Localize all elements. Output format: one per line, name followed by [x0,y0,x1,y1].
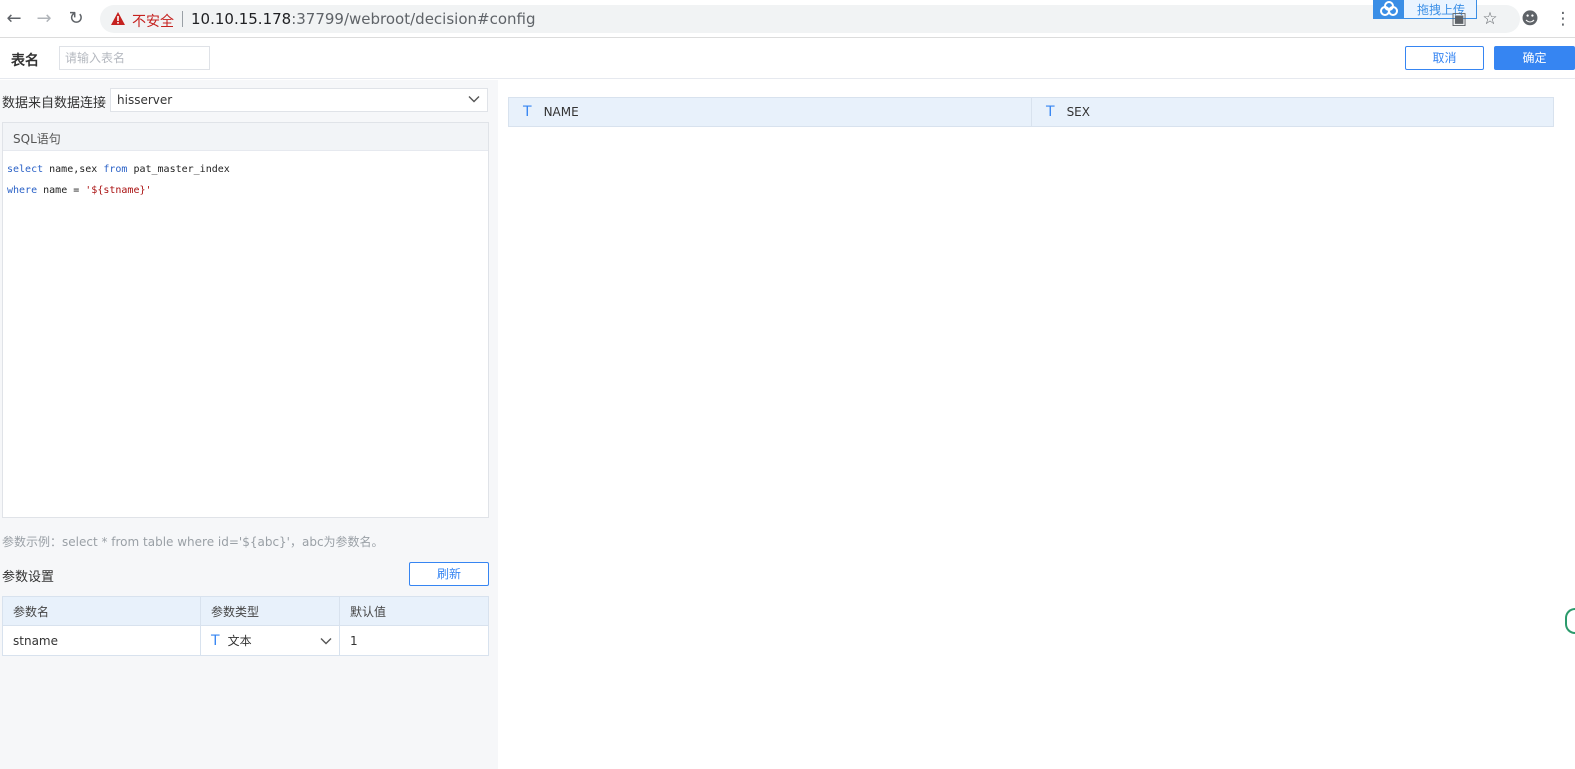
cancel-button[interactable]: 取消 [1405,46,1484,70]
sql-editor[interactable]: SQL语句 select name,sex from pat_master_in… [2,122,489,518]
chevron-down-icon [468,96,480,103]
text-type-icon: T [523,104,532,120]
col-param-default: 默认值 [339,596,489,626]
floating-widget-handle[interactable] [1565,608,1575,634]
sql-config-panel: 数据来自数据连接 hisserver SQL语句 select name,sex… [0,80,498,769]
preview-grid-header: T NAME T SEX [508,97,1554,127]
table-row: stname T 文本 1 [2,625,489,656]
preview-column-label: NAME [543,105,579,119]
param-type-value: 文本 [227,634,252,648]
text-type-icon: T [211,632,220,649]
url-text: 10.10.15.178:37799/webroot/decision#conf… [191,10,535,28]
table-name-label: 表名 [11,53,39,69]
param-settings-title: 参数设置 [2,570,55,585]
param-table: 参数名 参数类型 默认值 stname T 文本 1 [2,596,489,656]
confirm-button[interactable]: 确定 [1494,46,1575,70]
address-bar[interactable]: 不安全 10.10.15.178:37799/webroot/decision#… [100,5,1520,33]
data-source-label: 数据来自数据连接 [2,96,107,111]
col-param-name: 参数名 [2,596,201,626]
sql-editor-title: SQL语句 [3,123,488,151]
sql-line-2: where name = '${stname}' [7,185,152,196]
text-type-icon: T [1046,104,1055,120]
param-hint-text: 参数示例：select * from table where id='${abc… [2,535,384,549]
cast-icon[interactable]: ▣ [1448,8,1470,30]
address-divider [182,11,183,27]
reload-icon[interactable]: ↻ [64,7,88,31]
col-param-type: 参数类型 [200,596,340,626]
data-connection-value: hisserver [117,93,173,107]
param-default-input[interactable]: 1 [339,625,489,656]
param-table-header: 参数名 参数类型 默认值 [2,596,489,626]
insecure-label: 不安全 [132,14,174,30]
bookmark-star-icon[interactable]: ☆ [1479,8,1501,30]
cloud-logo-icon [1374,0,1404,19]
table-name-input[interactable] [59,46,210,70]
forward-icon[interactable]: → [32,7,56,31]
dataset-header: 表名 取消 确定 [0,38,1575,79]
profile-icon[interactable]: ☻ [1519,8,1541,30]
preview-column-sex[interactable]: T SEX [1031,98,1553,126]
menu-kebab-icon[interactable]: ⋮ [1553,8,1573,30]
chevron-down-icon [320,638,332,645]
preview-column-label: SEX [1066,105,1090,119]
param-type-select[interactable]: T 文本 [200,625,340,656]
data-connection-select[interactable]: hisserver [110,88,488,112]
param-name-cell: stname [2,625,201,656]
sql-code[interactable]: select name,sex from pat_master_indexwhe… [3,151,488,209]
preview-panel: T NAME T SEX [498,80,1575,769]
browser-toolbar: ← → ↻ 不安全 10.10.15.178:37799/webroot/dec… [0,0,1575,38]
url-host: 10.10.15.178 [191,10,292,28]
back-icon[interactable]: ← [2,7,26,31]
refresh-button[interactable]: 刷新 [409,562,489,586]
preview-column-name[interactable]: T NAME [509,98,1031,126]
sql-line-1: select name,sex from pat_master_index [7,164,230,175]
url-path: :37799/webroot/decision#config [291,10,536,28]
warning-icon [111,12,125,25]
